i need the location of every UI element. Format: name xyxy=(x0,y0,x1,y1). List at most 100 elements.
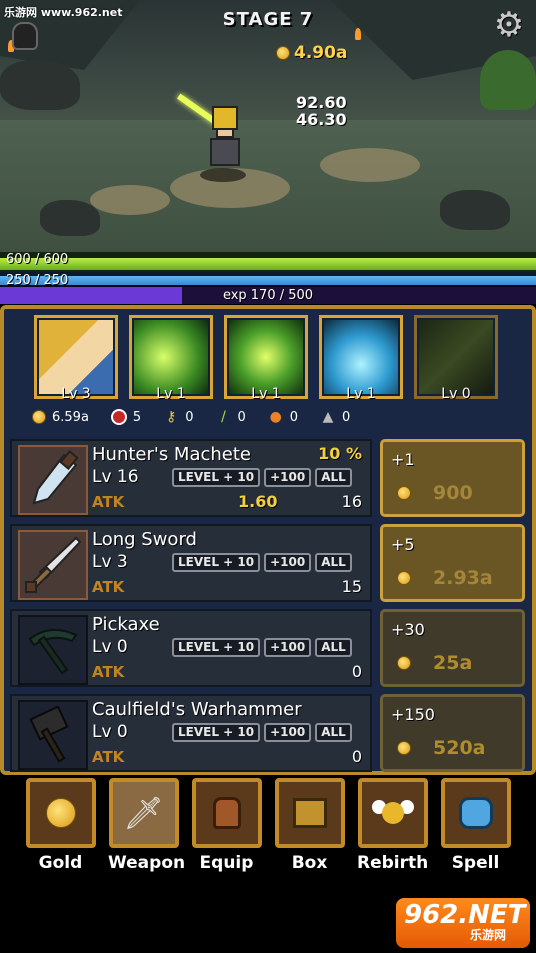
gold-coin-icon xyxy=(25,778,96,848)
weapon-level-buttons: LEVEL + 10 +100 ALL xyxy=(172,723,352,742)
weapon-row: Caulfield's Warhammer Lv 0 LEVEL + 10 +1… xyxy=(10,690,528,775)
hero-slot-skill-4[interactable]: Lv 0 xyxy=(414,315,498,402)
hero-slot-knight[interactable]: Lv 3 xyxy=(34,315,118,402)
level-plus-10-button[interactable]: LEVEL + 10 xyxy=(172,723,261,742)
hero-slot-skill-1[interactable]: Lv 1 xyxy=(129,315,213,402)
stat-keys-value: 0 xyxy=(185,409,194,425)
stage-gold-value: 4.90a xyxy=(294,43,348,63)
level-plus-10-button[interactable]: LEVEL + 10 xyxy=(172,638,261,657)
gold-coin-icon xyxy=(397,741,411,755)
warhammer-icon xyxy=(18,700,88,770)
nav-label: Spell xyxy=(451,853,500,873)
nav-rebirth[interactable]: Rebirth xyxy=(357,778,428,878)
dirt-patch xyxy=(320,148,420,182)
nav-equip[interactable]: Equip xyxy=(191,778,262,878)
upgrade-amount: +30 xyxy=(391,620,425,639)
locked-sword-skill-icon xyxy=(419,320,493,394)
hero-slot-skill-2[interactable]: Lv 1 xyxy=(224,315,308,402)
all-button[interactable]: ALL xyxy=(315,553,352,572)
hero-helmet xyxy=(212,106,238,130)
hero-level: Lv 3 xyxy=(61,386,91,402)
atk-value: 16 xyxy=(341,492,362,511)
leaf-storm-skill-icon xyxy=(229,320,303,394)
weapon-name: Hunter's Machete xyxy=(92,444,252,465)
upgrade-amount: +5 xyxy=(391,535,415,554)
all-button[interactable]: ALL xyxy=(315,468,352,487)
knight-portrait-icon xyxy=(39,320,113,394)
potion-icon: ● xyxy=(269,409,282,425)
stage-gold: 4.90a xyxy=(276,43,347,63)
gear-icon[interactable]: ⚙ xyxy=(490,6,528,44)
machete-icon xyxy=(18,445,88,515)
weapon-level-buttons: LEVEL + 10 +100 ALL xyxy=(172,638,352,657)
atk-label: ATK xyxy=(92,748,125,766)
nav-weapon[interactable]: 🗡 Weapon xyxy=(108,778,185,878)
nav-gold[interactable]: Gold xyxy=(25,778,96,878)
weapon-info: Hunter's Machete 10 % Lv 16 LEVEL + 10 +… xyxy=(10,439,372,517)
sword-icon: 🗡 xyxy=(108,778,179,848)
upgrade-button[interactable]: +30 25a xyxy=(380,609,525,687)
hp-text: 600 / 600 xyxy=(6,252,69,267)
weapon-level-buttons: LEVEL + 10 +100 ALL xyxy=(172,468,352,487)
blue-spirit-icon xyxy=(440,778,511,848)
weapon-row: Hunter's Machete 10 % Lv 16 LEVEL + 10 +… xyxy=(10,435,528,520)
stat-rabbits: ▲ 0 xyxy=(320,409,351,425)
hero-body xyxy=(210,138,240,166)
nav-label: Box xyxy=(291,853,328,873)
atk-label: ATK xyxy=(92,663,125,681)
hero-level: Lv 1 xyxy=(346,386,376,402)
weapon-info: Caulfield's Warhammer Lv 0 LEVEL + 10 +1… xyxy=(10,694,372,772)
exp-text: exp 170 / 500 xyxy=(222,288,314,303)
gold-coin-icon xyxy=(276,46,290,60)
plus-100-button[interactable]: +100 xyxy=(264,638,312,657)
upgrade-cost-value: 2.93a xyxy=(433,567,493,589)
skull-icon xyxy=(110,409,127,425)
upgrade-button[interactable]: +1 900 xyxy=(380,439,525,517)
upgrade-button[interactable]: +150 520a xyxy=(380,694,525,772)
gold-coin-icon xyxy=(32,410,46,424)
weapon-level: Lv 0 xyxy=(92,637,128,657)
hero-slot-skill-3[interactable]: Lv 1 xyxy=(319,315,403,402)
weapon-name: Pickaxe xyxy=(92,614,160,635)
herb-icon: / xyxy=(221,409,226,425)
weapon-row: Long Sword Lv 3 LEVEL + 10 +100 ALL ATK … xyxy=(10,520,528,605)
ghost-icon[interactable] xyxy=(12,22,38,50)
weapon-level: Lv 3 xyxy=(92,552,128,572)
level-plus-10-button[interactable]: LEVEL + 10 xyxy=(172,468,261,487)
weapon-info: Pickaxe Lv 0 LEVEL + 10 +100 ALL ATK 0 xyxy=(10,609,372,687)
all-button[interactable]: ALL xyxy=(315,638,352,657)
weapon-percent: 10 % xyxy=(318,444,362,463)
upgrade-amount: +150 xyxy=(391,705,435,724)
weapon-panel: Lv 3 Lv 1 Lv 1 Lv 1 Lv 0 6.59a 5 ⚷ 0 / 0… xyxy=(0,305,536,775)
stat-potions: ● 0 xyxy=(268,409,298,425)
plus-100-button[interactable]: +100 xyxy=(264,723,312,742)
level-plus-10-button[interactable]: LEVEL + 10 xyxy=(172,553,261,572)
hero-skill-row: Lv 3 Lv 1 Lv 1 Lv 1 Lv 0 xyxy=(34,315,504,402)
treasure-box-icon xyxy=(274,778,345,848)
pickaxe-icon xyxy=(18,615,88,685)
damage-number: 46.30 xyxy=(296,110,347,129)
nav-box[interactable]: Box xyxy=(274,778,345,878)
upgrade-cost-value: 900 xyxy=(433,482,473,504)
stat-potions-value: 0 xyxy=(289,409,299,425)
plus-100-button[interactable]: +100 xyxy=(264,553,312,572)
stat-herbs: / 0 xyxy=(215,409,246,425)
all-button[interactable]: ALL xyxy=(315,723,352,742)
nav-spell[interactable]: Spell xyxy=(440,778,511,878)
stat-gold-value: 6.59a xyxy=(52,409,89,425)
weapon-list: Hunter's Machete 10 % Lv 16 LEVEL + 10 +… xyxy=(10,435,528,775)
upgrade-button[interactable]: +5 2.93a xyxy=(380,524,525,602)
player-hero xyxy=(176,93,252,184)
wind-slash-skill-icon xyxy=(134,320,208,394)
upgrade-amount: +1 xyxy=(391,450,415,469)
water-wave-skill-icon xyxy=(324,320,398,394)
stat-keys: ⚷ 0 xyxy=(163,409,193,425)
gold-coin-icon xyxy=(397,486,411,500)
plus-100-button[interactable]: +100 xyxy=(264,468,312,487)
hp-bar-fill xyxy=(0,258,536,270)
atk-bonus: 1.60 xyxy=(238,492,278,511)
atk-label: ATK xyxy=(92,493,125,511)
weapon-level: Lv 0 xyxy=(92,722,128,742)
bottom-nav: Gold 🗡 Weapon Equip Box Rebirth Spell xyxy=(0,778,536,878)
exp-bar: exp 170 / 500 xyxy=(0,285,536,304)
